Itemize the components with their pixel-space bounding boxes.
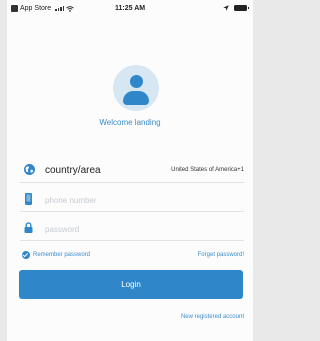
remember-password-label: Remember password (33, 252, 91, 258)
status-bar-right (223, 5, 249, 11)
location-arrow-icon (223, 5, 229, 11)
app-store-back-icon[interactable] (11, 5, 18, 12)
status-time: 11:25 AM (115, 5, 146, 12)
login-button-label: Login (121, 280, 141, 289)
status-bar-left: App Store (11, 5, 74, 12)
password-row (20, 218, 244, 241)
new-account-link[interactable]: New registered account (181, 314, 244, 320)
country-area-selector[interactable]: country/area United States of America+1 (20, 160, 244, 183)
phone-number-input[interactable] (45, 193, 235, 207)
user-avatar-icon (113, 65, 159, 111)
globe-icon (24, 164, 35, 175)
remember-password-checkbox[interactable]: Remember password (22, 251, 90, 259)
lock-icon (24, 222, 33, 233)
status-bar: App Store 11:25 AM (7, 0, 253, 20)
country-area-value: United States of America+1 (171, 167, 244, 173)
battery-icon (234, 5, 249, 11)
forgot-password-link[interactable]: Forget password! (198, 252, 244, 258)
login-button[interactable]: Login (19, 270, 243, 299)
checkmark-icon[interactable] (22, 251, 30, 259)
wifi-icon (66, 5, 74, 12)
status-carrier[interactable]: App Store (20, 5, 51, 12)
signal-icon (55, 6, 65, 11)
password-input[interactable] (45, 222, 235, 236)
phone-screen: App Store 11:25 AM Welcome landing count… (7, 0, 253, 341)
country-area-label: country/area (45, 165, 101, 176)
phone-number-row (20, 189, 244, 212)
welcome-text: Welcome landing (99, 118, 161, 127)
phone-icon (25, 193, 32, 205)
